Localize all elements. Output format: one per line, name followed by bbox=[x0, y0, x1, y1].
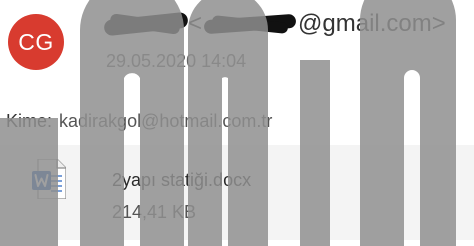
sender-email-open: < bbox=[188, 9, 203, 37]
attachment-file-size: 214,41 KB bbox=[112, 202, 197, 222]
recipient-line: Kime: kadirakgol@hotmail.com.tr bbox=[6, 109, 272, 133]
word-document-icon bbox=[32, 159, 66, 199]
recipient-email[interactable]: kadirakgol@hotmail.com.tr bbox=[59, 111, 272, 131]
redacted-sender-name bbox=[103, 11, 189, 37]
recipient-label: Kime: bbox=[6, 111, 53, 131]
attachment-card[interactable]: 2yapı statiği.docx 214,41 KB bbox=[0, 145, 474, 240]
message-date: 29.05.2020 14:04 bbox=[106, 51, 247, 71]
redacted-email-user bbox=[202, 12, 298, 36]
sender-avatar[interactable]: CG bbox=[8, 14, 64, 70]
sender-email-domain: @gmail.com> bbox=[298, 9, 446, 37]
avatar-initials: CG bbox=[18, 28, 54, 55]
sender-line[interactable]: < @gmail.com> bbox=[103, 6, 474, 40]
attachment-file-name: 2yapı statiği.docx bbox=[112, 170, 252, 190]
email-message-card: CG < @gmail.com> 29.05.2020 14:04 Kime: … bbox=[0, 0, 474, 246]
